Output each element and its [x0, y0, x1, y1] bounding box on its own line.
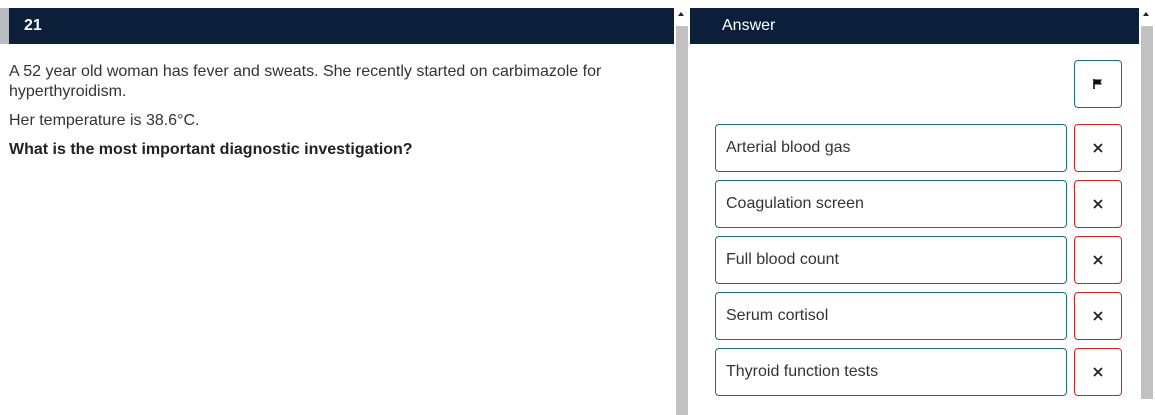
option-row: Arterial blood gas [715, 124, 1123, 172]
strike-option-button[interactable] [1074, 348, 1122, 396]
scrollbar-thumb[interactable] [676, 26, 688, 415]
option-row: Full blood count [715, 236, 1123, 284]
question-header: 21 [0, 8, 674, 44]
close-icon [1093, 311, 1103, 321]
question-panel: 21 A 52 year old woman has fever and swe… [0, 8, 674, 415]
strike-option-button[interactable] [1074, 124, 1122, 172]
strike-option-button[interactable] [1074, 180, 1122, 228]
strike-option-button[interactable] [1074, 292, 1122, 340]
answer-panel: Answer Arterial blood gas Coagulation sc… [690, 8, 1139, 415]
close-icon [1093, 255, 1103, 265]
option-row: Coagulation screen [715, 180, 1123, 228]
close-icon [1093, 199, 1103, 209]
strike-option-button[interactable] [1074, 236, 1122, 284]
question-prompt: What is the most important diagnostic in… [9, 141, 413, 158]
option-label: Coagulation screen [726, 195, 864, 212]
option-label: Thyroid function tests [726, 363, 879, 380]
answer-scrollbar[interactable] [1139, 8, 1155, 415]
option-label: Full blood count [726, 251, 839, 268]
header-accent-strip [0, 8, 9, 44]
option-row: Thyroid function tests [715, 348, 1123, 396]
answer-header: Answer [690, 8, 1139, 44]
option-row: Serum cortisol [715, 292, 1123, 340]
scroll-up-arrow-icon[interactable] [1143, 12, 1149, 16]
option-button[interactable]: Coagulation screen [715, 180, 1067, 228]
answer-title: Answer [722, 17, 776, 34]
flag-button[interactable] [1074, 60, 1122, 108]
option-button[interactable]: Thyroid function tests [715, 348, 1067, 396]
option-label: Arterial blood gas [726, 139, 851, 156]
question-number: 21 [24, 17, 42, 34]
question-temperature: Her temperature is 38.6°C. [9, 112, 200, 129]
close-icon [1093, 143, 1103, 153]
answer-options: Arterial blood gas Coagulation screen Fu… [715, 124, 1123, 404]
close-icon [1093, 367, 1103, 377]
option-button[interactable]: Full blood count [715, 236, 1067, 284]
scrollbar-thumb[interactable] [1141, 26, 1153, 399]
option-button[interactable]: Serum cortisol [715, 292, 1067, 340]
flag-icon [1093, 79, 1102, 89]
question-stem: A 52 year old woman has fever and sweats… [9, 63, 602, 100]
option-button[interactable]: Arterial blood gas [715, 124, 1067, 172]
scroll-up-arrow-icon[interactable] [678, 12, 684, 16]
question-body: A 52 year old woman has fever and sweats… [9, 62, 649, 160]
option-label: Serum cortisol [726, 307, 829, 324]
question-scrollbar[interactable] [674, 8, 690, 415]
